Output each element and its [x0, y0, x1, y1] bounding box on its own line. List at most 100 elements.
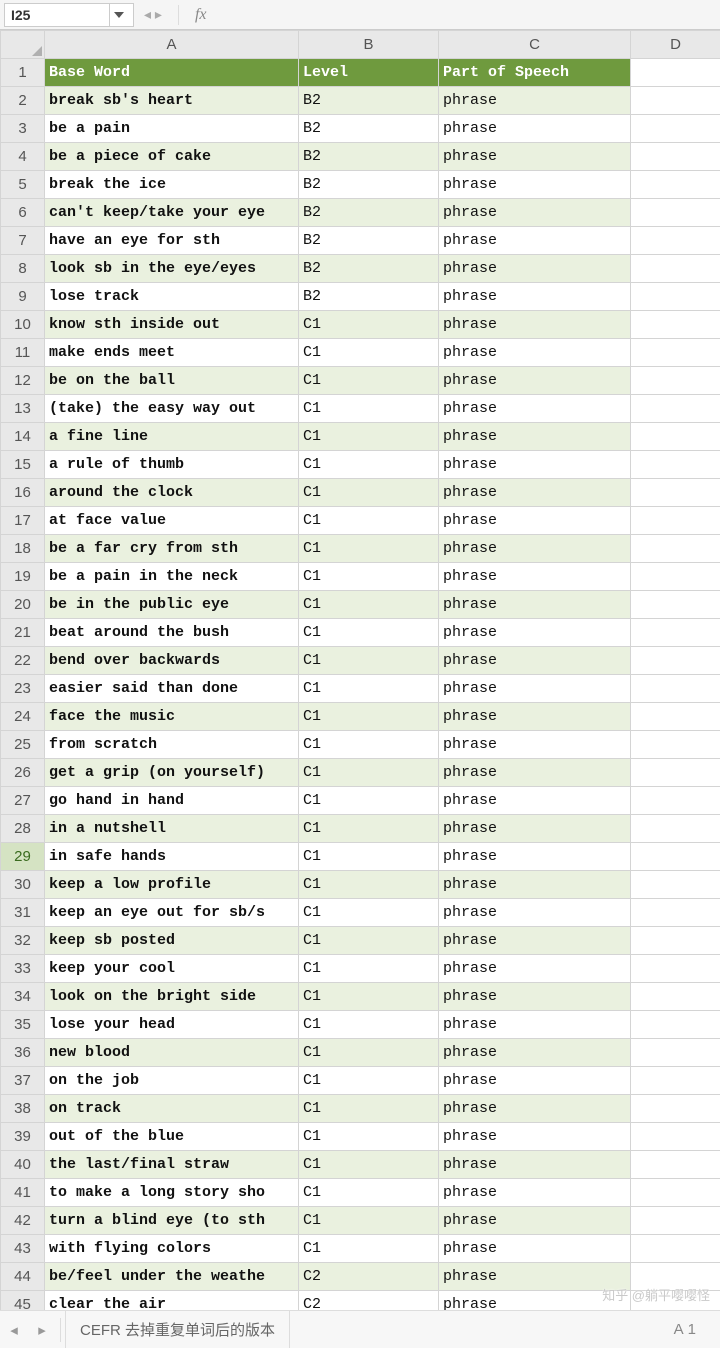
- cell[interactable]: [631, 927, 720, 955]
- cell-level[interactable]: B2: [299, 171, 439, 199]
- cell-level[interactable]: C1: [299, 339, 439, 367]
- row-header[interactable]: 35: [1, 1011, 45, 1039]
- cell-base-word[interactable]: break sb's heart: [45, 87, 299, 115]
- cell-pos[interactable]: phrase: [439, 87, 631, 115]
- row-header[interactable]: 17: [1, 507, 45, 535]
- cell-level[interactable]: C1: [299, 619, 439, 647]
- cell-level[interactable]: C1: [299, 983, 439, 1011]
- row-header[interactable]: 36: [1, 1039, 45, 1067]
- row-header[interactable]: 21: [1, 619, 45, 647]
- cell-pos[interactable]: phrase: [439, 451, 631, 479]
- cell-level[interactable]: C1: [299, 787, 439, 815]
- row-header[interactable]: 5: [1, 171, 45, 199]
- cell-level[interactable]: C1: [299, 731, 439, 759]
- cell-level[interactable]: C1: [299, 1179, 439, 1207]
- row-header[interactable]: 25: [1, 731, 45, 759]
- cell-base-word[interactable]: go hand in hand: [45, 787, 299, 815]
- cell[interactable]: [631, 255, 720, 283]
- row-header[interactable]: 2: [1, 87, 45, 115]
- cell-level[interactable]: C1: [299, 1067, 439, 1095]
- cell-pos[interactable]: phrase: [439, 731, 631, 759]
- row-header[interactable]: 6: [1, 199, 45, 227]
- cell-base-word[interactable]: turn a blind eye (to sth: [45, 1207, 299, 1235]
- cell-level[interactable]: C1: [299, 759, 439, 787]
- cell-pos[interactable]: phrase: [439, 311, 631, 339]
- cell[interactable]: [631, 1291, 720, 1311]
- cell[interactable]: [631, 1207, 720, 1235]
- cell-base-word[interactable]: look on the bright side: [45, 983, 299, 1011]
- header-cell[interactable]: Part of Speech: [439, 59, 631, 87]
- cell-level[interactable]: C1: [299, 955, 439, 983]
- cell-pos[interactable]: phrase: [439, 703, 631, 731]
- cell[interactable]: [631, 1011, 720, 1039]
- cell-level[interactable]: C1: [299, 367, 439, 395]
- cell-base-word[interactable]: lose your head: [45, 1011, 299, 1039]
- cell-level[interactable]: C1: [299, 843, 439, 871]
- cell-base-word[interactable]: make ends meet: [45, 339, 299, 367]
- cell[interactable]: [631, 395, 720, 423]
- cell-level[interactable]: C1: [299, 1011, 439, 1039]
- cell-level[interactable]: C1: [299, 1207, 439, 1235]
- cell-pos[interactable]: phrase: [439, 647, 631, 675]
- row-header[interactable]: 13: [1, 395, 45, 423]
- row-header[interactable]: 19: [1, 563, 45, 591]
- row-header[interactable]: 40: [1, 1151, 45, 1179]
- cell-pos[interactable]: phrase: [439, 955, 631, 983]
- cell-pos[interactable]: phrase: [439, 619, 631, 647]
- row-header[interactable]: 7: [1, 227, 45, 255]
- cell[interactable]: [631, 787, 720, 815]
- cell-base-word[interactable]: keep sb posted: [45, 927, 299, 955]
- cell-pos[interactable]: phrase: [439, 115, 631, 143]
- cell-base-word[interactable]: out of the blue: [45, 1123, 299, 1151]
- cell[interactable]: [631, 563, 720, 591]
- cell-pos[interactable]: phrase: [439, 227, 631, 255]
- cell-level[interactable]: C1: [299, 647, 439, 675]
- row-header[interactable]: 30: [1, 871, 45, 899]
- row-header[interactable]: 16: [1, 479, 45, 507]
- cell-base-word[interactable]: clear the air: [45, 1291, 299, 1311]
- row-header[interactable]: 31: [1, 899, 45, 927]
- cell-base-word[interactable]: beat around the bush: [45, 619, 299, 647]
- cell-level[interactable]: C1: [299, 423, 439, 451]
- cell[interactable]: [631, 283, 720, 311]
- cell-pos[interactable]: phrase: [439, 367, 631, 395]
- cell-base-word[interactable]: (take) the easy way out: [45, 395, 299, 423]
- row-header[interactable]: 8: [1, 255, 45, 283]
- cell[interactable]: [631, 1179, 720, 1207]
- cell[interactable]: [631, 1039, 720, 1067]
- cell-base-word[interactable]: at face value: [45, 507, 299, 535]
- cell-level[interactable]: B2: [299, 199, 439, 227]
- cell-pos[interactable]: phrase: [439, 927, 631, 955]
- cell-pos[interactable]: phrase: [439, 1207, 631, 1235]
- row-header[interactable]: 37: [1, 1067, 45, 1095]
- cell[interactable]: [631, 675, 720, 703]
- column-header[interactable]: C: [439, 31, 631, 59]
- cell-pos[interactable]: phrase: [439, 1263, 631, 1291]
- next-sheet-icon[interactable]: ▸: [28, 1316, 56, 1344]
- column-header[interactable]: B: [299, 31, 439, 59]
- cell[interactable]: [631, 171, 720, 199]
- cell[interactable]: [631, 815, 720, 843]
- select-all-corner[interactable]: [1, 31, 45, 59]
- cell-pos[interactable]: phrase: [439, 1179, 631, 1207]
- cell-pos[interactable]: phrase: [439, 899, 631, 927]
- cell[interactable]: [631, 479, 720, 507]
- cell-pos[interactable]: phrase: [439, 535, 631, 563]
- row-header[interactable]: 12: [1, 367, 45, 395]
- spreadsheet-grid[interactable]: ABCD1Base WordLevelPart of Speech2break …: [0, 30, 720, 1310]
- cell-pos[interactable]: phrase: [439, 1151, 631, 1179]
- cell-base-word[interactable]: a rule of thumb: [45, 451, 299, 479]
- cell-level[interactable]: C1: [299, 1039, 439, 1067]
- cell-level[interactable]: C1: [299, 311, 439, 339]
- cell[interactable]: [631, 339, 720, 367]
- cell-pos[interactable]: phrase: [439, 675, 631, 703]
- cell[interactable]: [631, 87, 720, 115]
- row-header[interactable]: 1: [1, 59, 45, 87]
- cell-base-word[interactable]: break the ice: [45, 171, 299, 199]
- row-header[interactable]: 39: [1, 1123, 45, 1151]
- cell-level[interactable]: C1: [299, 675, 439, 703]
- cell-pos[interactable]: phrase: [439, 871, 631, 899]
- row-header[interactable]: 4: [1, 143, 45, 171]
- row-header[interactable]: 26: [1, 759, 45, 787]
- cell-pos[interactable]: phrase: [439, 1039, 631, 1067]
